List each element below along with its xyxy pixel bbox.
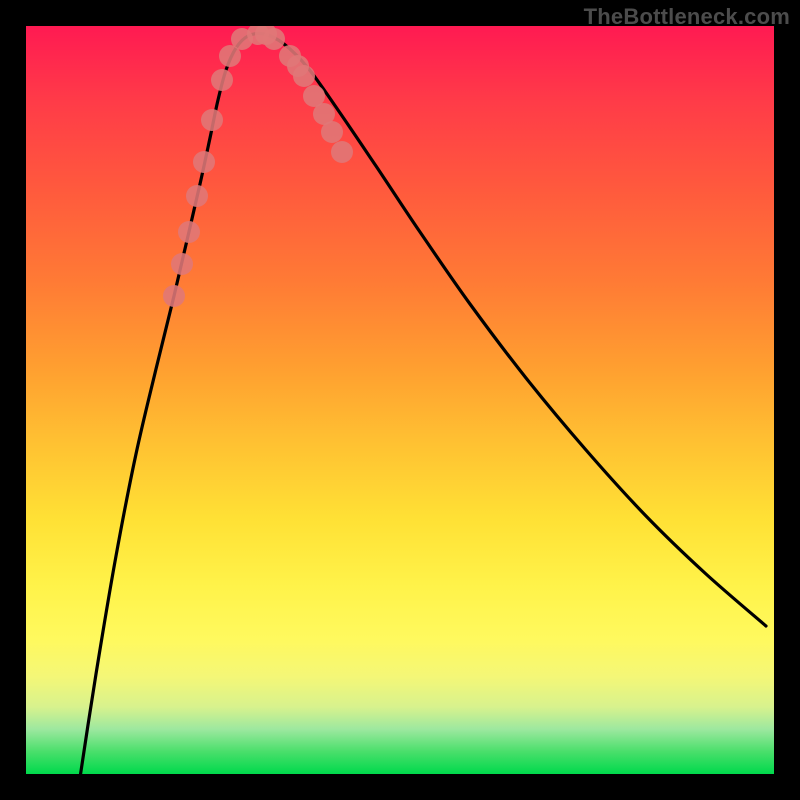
data-point: [171, 253, 193, 275]
chart-svg: [26, 26, 774, 774]
data-point: [186, 185, 208, 207]
data-markers: [163, 26, 353, 307]
data-point: [287, 55, 309, 77]
data-point: [178, 221, 200, 243]
data-point: [163, 285, 185, 307]
data-point: [321, 121, 343, 143]
bottleneck-curve: [76, 33, 766, 774]
data-point: [193, 151, 215, 173]
data-point: [201, 109, 223, 131]
data-point: [211, 69, 233, 91]
data-point: [331, 141, 353, 163]
